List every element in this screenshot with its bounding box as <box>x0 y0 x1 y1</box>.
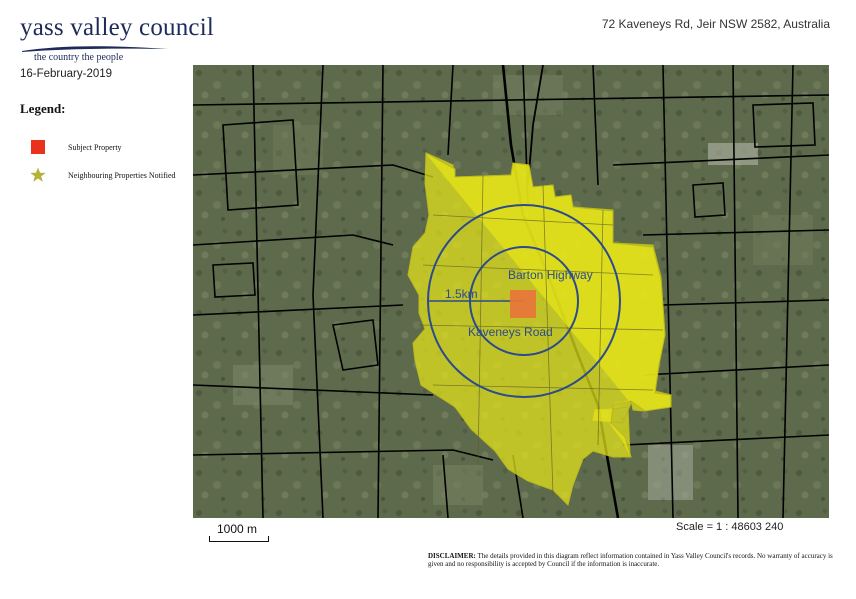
aerial-map[interactable]: 1.5km Barton Highway Kaveneys Road <box>193 65 829 518</box>
road-label: Kaveneys Road <box>468 325 553 339</box>
legend-label: Neighbouring Properties Notified <box>68 170 176 180</box>
legend-title: Legend: <box>20 101 66 116</box>
scale-bar-label: 1000 m <box>217 522 258 536</box>
disclaimer-lead: DISCLAIMER: <box>428 552 476 560</box>
subject-property-marker[interactable] <box>510 290 536 318</box>
radius-label: 1.5km <box>445 287 478 301</box>
property-address: 72 Kaveneys Rd, Jeir NSW 2582, Australia <box>601 17 830 31</box>
scale-bar-line <box>209 536 269 542</box>
report-date: 16-February-2019 <box>20 68 113 80</box>
scale-bar: 1000 m <box>209 522 269 544</box>
logo-text: yass valley council <box>20 14 215 41</box>
map-canvas: 1.5km Barton Highway Kaveneys Road <box>193 65 829 518</box>
star-icon <box>30 167 46 183</box>
council-logo: yass valley council the country the peop… <box>20 14 214 66</box>
disclaimer: DISCLAIMER: The details provided in this… <box>428 552 838 568</box>
legend-item-neighbouring-properties: Neighbouring Properties Notified <box>30 167 176 183</box>
legend-label: Subject Property <box>68 142 122 152</box>
red-square-icon <box>30 139 46 155</box>
disclaimer-text: The details provided in this diagram ref… <box>428 552 833 568</box>
scale-ratio: Scale = 1 : 48603 240 <box>676 521 784 533</box>
legend-item-subject-property: Subject Property <box>30 139 122 155</box>
highway-label: Barton Highway <box>508 268 593 282</box>
logo-tagline: the country the people <box>34 52 124 63</box>
